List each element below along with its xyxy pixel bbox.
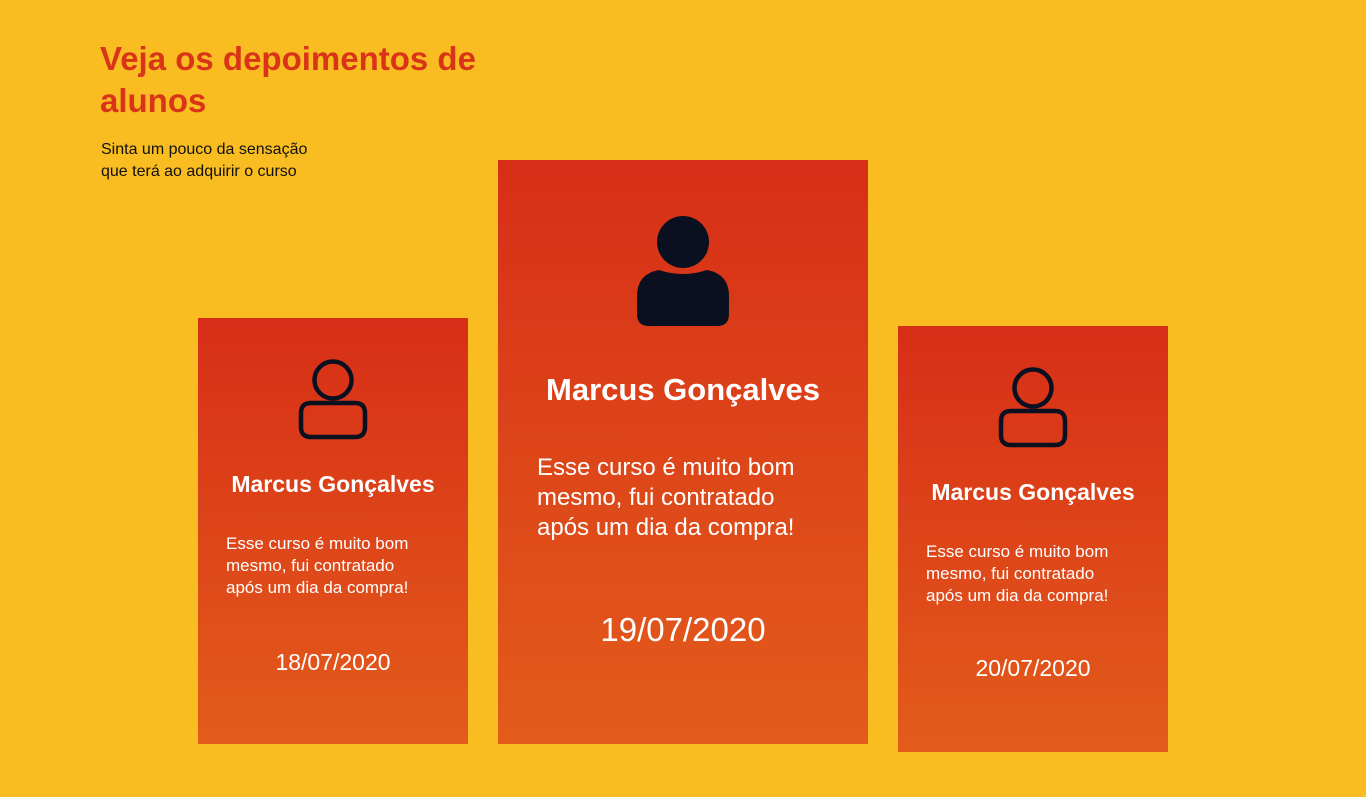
section-title: Veja os depoimentos de alunos	[100, 40, 476, 119]
testimonial-text: Esse curso é muito bom mesmo, fui contra…	[537, 454, 795, 541]
testimonial-text: Esse curso é muito bom mesmo, fui contra…	[226, 534, 409, 597]
testimonial-date: 19/07/2020	[600, 611, 766, 648]
testimonial-text: Esse curso é muito bom mesmo, fui contra…	[926, 542, 1109, 605]
testimonial-card-featured: Marcus Gonçalves Esse curso é muito bom …	[498, 160, 868, 744]
user-filled-icon	[637, 216, 729, 326]
user-outline-icon	[998, 367, 1068, 448]
user-outline-icon	[298, 359, 368, 440]
testimonial-name: Marcus Gonçalves	[931, 479, 1135, 505]
testimonial-name: Marcus Gonçalves	[546, 372, 820, 407]
testimonial-date: 18/07/2020	[275, 649, 391, 675]
testimonial-card: Marcus Gonçalves Esse curso é muito bom …	[898, 326, 1168, 752]
testimonial-card: Marcus Gonçalves Esse curso é muito bom …	[198, 318, 468, 744]
testimonial-date: 20/07/2020	[975, 655, 1091, 681]
section-subtitle: Sinta um pouco da sensação que terá ao a…	[101, 141, 308, 180]
testimonial-name: Marcus Gonçalves	[231, 471, 435, 497]
